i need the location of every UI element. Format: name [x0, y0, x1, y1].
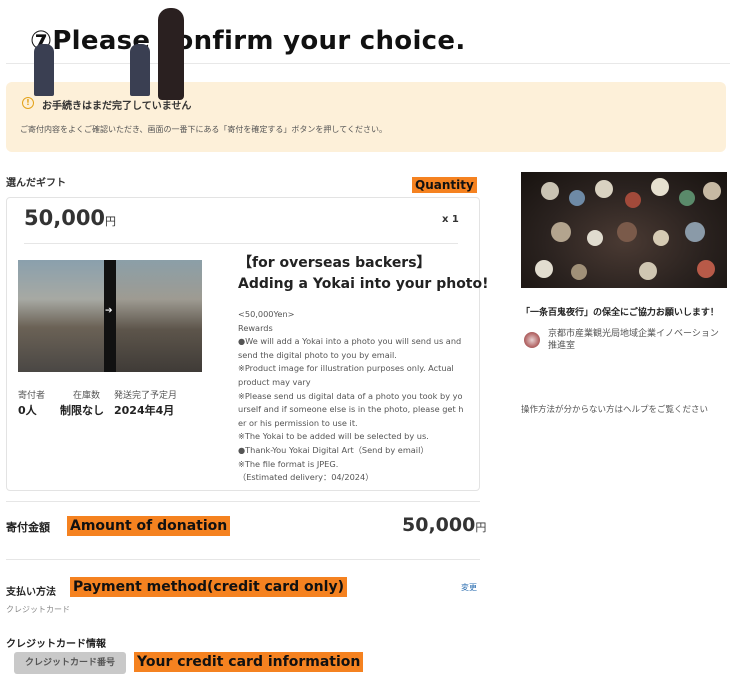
gift-quantity: x 1 [442, 214, 459, 225]
org-line: 京都市産業観光局地域企業イノベーション [548, 329, 719, 339]
selected-gift-label: 選んだギフト [6, 178, 66, 189]
desc-line: （Estimated delivery：04/2024） [238, 472, 374, 483]
section-divider [6, 559, 480, 560]
section-divider [6, 501, 480, 502]
credit-card-number-button[interactable]: クレジットカード番号 [14, 652, 126, 674]
desc-line: ※The Yokai to be added will be selected … [238, 431, 429, 442]
gift-title: 【for overseas backers】 Adding a Yokai in… [238, 253, 489, 295]
gift-title-line: 【for overseas backers】 [238, 255, 431, 271]
desc-line: ●Thank-You Yokai Digital Art（Send by ema… [238, 444, 429, 455]
amount-label: 寄付金額 [6, 521, 50, 534]
header-divider [6, 63, 730, 64]
donors-label: 寄付者 [18, 391, 46, 401]
gift-card-divider [24, 243, 458, 244]
before-photo [18, 260, 104, 372]
gift-image [18, 260, 202, 372]
amount-value: 50,000円 [402, 514, 487, 536]
page-title: ⑦Please confirm your choice. [30, 26, 466, 56]
donors-value: 0人 [18, 404, 37, 417]
amount-annotation: Amount of donation [67, 516, 231, 536]
after-photo [116, 260, 202, 372]
gift-price: 50,000円 [24, 206, 117, 230]
yokai-figure [158, 8, 184, 100]
delivery-value: 2024年4月 [114, 404, 175, 417]
stock-value: 制限なし [60, 404, 104, 417]
organization-name[interactable]: 京都市産業観光局地域企業イノベーション 推進室 [548, 328, 719, 352]
stock-label: 在庫数 [73, 391, 101, 401]
payment-method-label: 支払い方法 [6, 587, 56, 598]
desc-line: Rewards [238, 322, 273, 333]
desc-line: ※Please send us digital data of a photo … [238, 390, 463, 401]
organization-logo-icon [524, 332, 540, 348]
notice-body: ご寄付内容をよくご確認いただき、画面の一番下にある「寄付を確定する」ボタンを押し… [20, 125, 387, 134]
change-payment-link[interactable]: 変更 [461, 582, 477, 593]
credit-card-label: クレジットカード情報 [6, 639, 106, 650]
org-line: 推進室 [548, 341, 576, 351]
card-info-annotation: Your credit card information [134, 652, 364, 672]
delivery-label: 発送完了予定月 [114, 391, 178, 401]
project-title[interactable]: 「一条百鬼夜行」の保全にご協力お願いします！ [521, 305, 719, 318]
person-figure-before [34, 44, 54, 96]
help-text: 操作方法が分からない方はヘルプをご覧ください [521, 405, 709, 415]
gift-title-line: Adding a Yokai into your photo! [238, 276, 489, 292]
payment-annotation: Payment method(credit card only) [70, 577, 347, 597]
project-photo [521, 172, 727, 288]
desc-line: ●We will add a Yokai into a photo you wi… [238, 336, 462, 347]
quantity-annotation: Quantity [412, 177, 477, 193]
desc-line: er or his permission to use it. [238, 417, 358, 428]
desc-line: ※The file format is JPEG. [238, 458, 339, 469]
arrow-icon: ➔ [105, 306, 113, 316]
person-figure-after [130, 44, 150, 96]
desc-line: product may vary [238, 376, 311, 387]
desc-line: ※Product image for illustration purposes… [238, 363, 454, 374]
desc-line: urself and if someone else is in the pho… [238, 404, 464, 415]
gift-description: <50,000Yen> Rewards ●We will add a Yokai… [238, 308, 464, 485]
incomplete-notice [6, 82, 726, 152]
desc-line: <50,000Yen> [238, 309, 295, 319]
payment-method-value: クレジットカード [6, 605, 70, 614]
desc-line: send the digital photo to you by email. [238, 349, 397, 360]
info-icon: ! [22, 97, 34, 109]
